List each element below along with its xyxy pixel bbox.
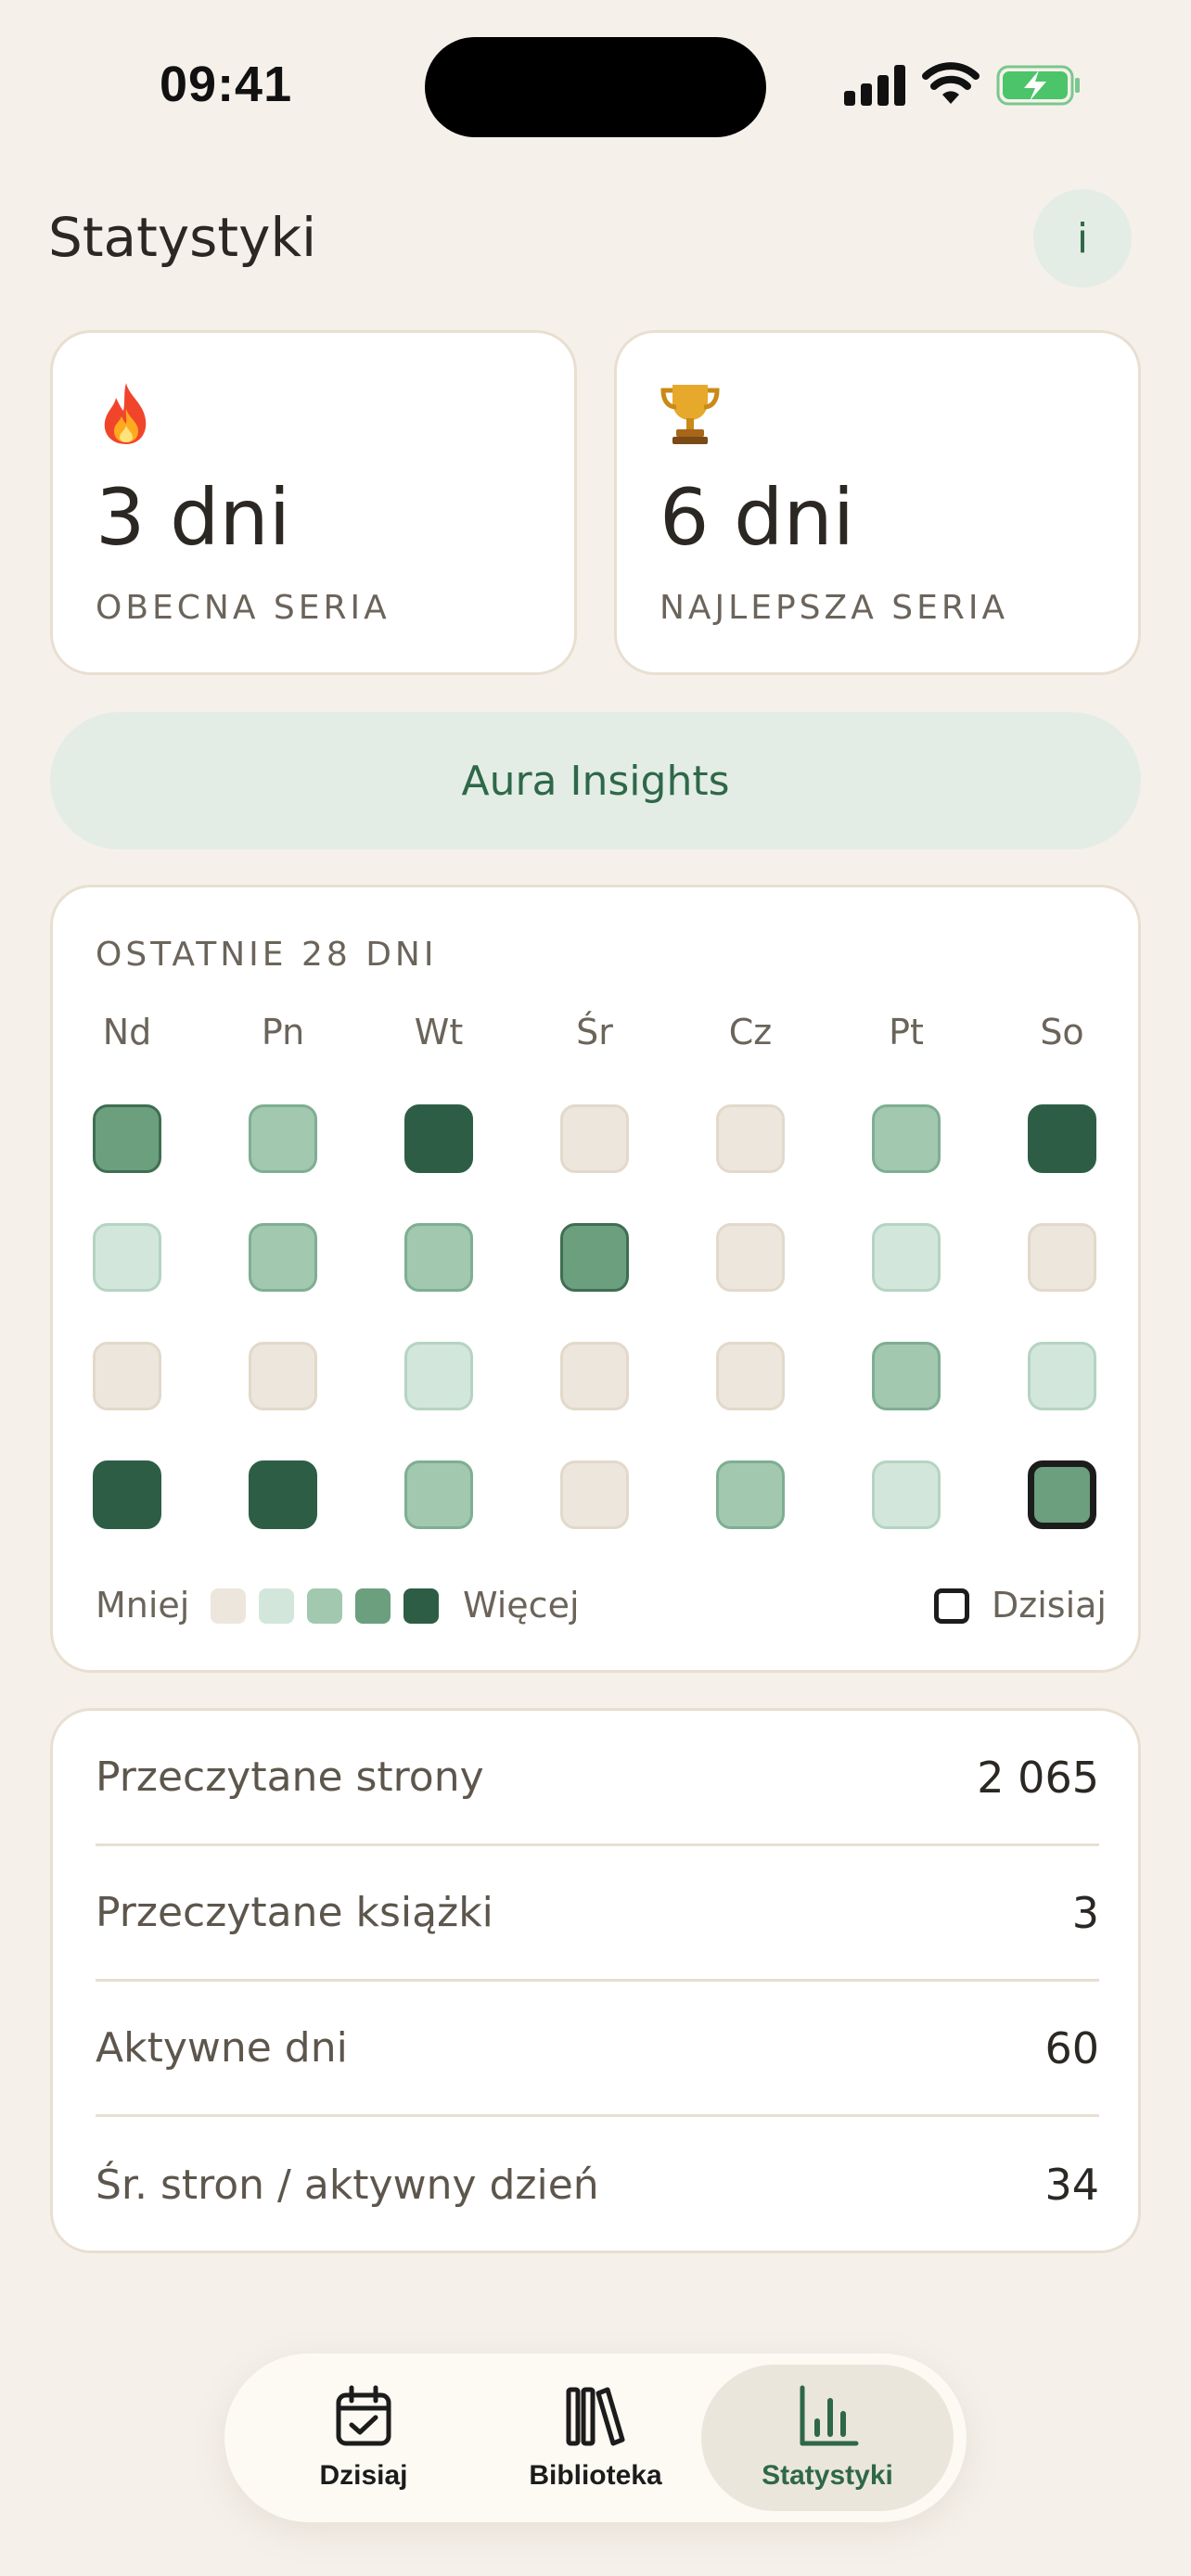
heatmap-day-cell[interactable] xyxy=(1028,1104,1096,1173)
trophy-icon xyxy=(660,385,720,444)
heatmap-day-cell[interactable] xyxy=(560,1104,629,1173)
heatmap-day-cell[interactable] xyxy=(872,1342,941,1410)
heatmap-day-cell[interactable] xyxy=(93,1460,161,1529)
heatmap-title: OSTATNIE 28 DNI xyxy=(96,936,438,974)
calendar-check-icon xyxy=(336,2385,391,2446)
tab-statistics-label: Statystyki xyxy=(762,2460,893,2491)
stat-label: Przeczytane strony xyxy=(96,1753,484,1801)
heatmap-day-cell[interactable] xyxy=(716,1460,785,1529)
legend-level-2 xyxy=(307,1588,342,1624)
legend-level-0 xyxy=(211,1588,246,1624)
heatmap-day-cell[interactable] xyxy=(249,1223,317,1292)
tab-today-label: Dzisiaj xyxy=(319,2460,408,2491)
page-title: Statystyki xyxy=(48,206,317,269)
best-streak-card: 6 dni NAJLEPSZA SERIA xyxy=(614,330,1141,675)
status-time: 09:41 xyxy=(160,57,293,112)
legend-today-marker xyxy=(934,1588,969,1624)
weekday-label: Śr xyxy=(576,1012,613,1052)
legend-today-label: Dzisiaj xyxy=(992,1585,1107,1626)
stat-value: 60 xyxy=(1044,2022,1099,2073)
heatmap-day-cell[interactable] xyxy=(1028,1342,1096,1410)
reading-stats-card: Przeczytane strony 2 065 Przeczytane ksi… xyxy=(50,1708,1141,2253)
heatmap-day-cell[interactable] xyxy=(404,1223,473,1292)
stat-row-books: Przeczytane książki 3 xyxy=(96,1846,1099,1982)
books-icon xyxy=(566,2387,625,2446)
weekday-label: Nd xyxy=(102,1012,152,1052)
current-streak-card: 3 dni OBECNA SERIA xyxy=(50,330,577,675)
weekday-label: Cz xyxy=(728,1012,773,1052)
heatmap-day-cell[interactable] xyxy=(872,1223,941,1292)
status-bar: 09:41 xyxy=(0,0,1191,176)
activity-heatmap-card: OSTATNIE 28 DNI Nd Pn Wt Śr Cz Pt So Mniej Wię… xyxy=(50,885,1141,1673)
heatmap-day-cell[interactable] xyxy=(716,1342,785,1410)
stat-label: Aktywne dni xyxy=(96,2024,348,2072)
stat-value: 3 xyxy=(1071,1887,1099,1938)
stat-row-active-days: Aktywne dni 60 xyxy=(96,1982,1099,2117)
heatmap-day-cell[interactable] xyxy=(1028,1460,1096,1529)
heatmap-day-cell[interactable] xyxy=(560,1223,629,1292)
weekday-label: So xyxy=(1040,1012,1084,1052)
heatmap-day-cell[interactable] xyxy=(1028,1223,1096,1292)
heatmap-day-cell[interactable] xyxy=(249,1460,317,1529)
cellular-signal-icon xyxy=(844,65,905,106)
stat-value: 2 065 xyxy=(977,1752,1099,1803)
best-streak-label: NAJLEPSZA SERIA xyxy=(660,589,1009,627)
aura-insights-label: Aura Insights xyxy=(461,757,730,805)
heatmap-day-cell[interactable] xyxy=(716,1223,785,1292)
dynamic-island xyxy=(425,37,766,137)
current-streak-value: 3 dni xyxy=(96,472,291,563)
aura-insights-button[interactable]: Aura Insights xyxy=(50,712,1141,849)
tab-today[interactable]: Dzisiaj xyxy=(237,2365,490,2511)
legend-level-3 xyxy=(355,1588,391,1624)
heatmap-day-cell[interactable] xyxy=(404,1342,473,1410)
stat-label: Przeczytane książki xyxy=(96,1889,493,1936)
tab-bar: Dzisiaj Biblioteka Statystyki xyxy=(224,2353,967,2522)
fire-icon xyxy=(104,383,147,444)
heatmap-day-cell[interactable] xyxy=(560,1342,629,1410)
weekday-label: Pn xyxy=(261,1012,305,1052)
heatmap-day-cell[interactable] xyxy=(93,1223,161,1292)
legend-level-4 xyxy=(403,1588,439,1624)
best-streak-value: 6 dni xyxy=(660,472,855,563)
stat-row-avg-pages: Śr. stron / aktywny dzień 34 xyxy=(96,2117,1099,2252)
tab-statistics[interactable]: Statystyki xyxy=(701,2365,954,2511)
heatmap-day-cell[interactable] xyxy=(404,1460,473,1529)
battery-charging-icon xyxy=(996,65,1080,106)
legend-less-label: Mniej xyxy=(96,1585,190,1626)
info-button[interactable]: i xyxy=(1033,189,1132,287)
stat-label: Śr. stron / aktywny dzień xyxy=(96,2161,599,2209)
heatmap-day-cell[interactable] xyxy=(560,1460,629,1529)
weekday-label: Wt xyxy=(414,1012,464,1052)
weekday-label: Pt xyxy=(889,1012,924,1052)
heatmap-day-cell[interactable] xyxy=(249,1104,317,1173)
heatmap-day-cell[interactable] xyxy=(872,1104,941,1173)
bar-chart-icon xyxy=(800,2385,859,2446)
heatmap-day-cell[interactable] xyxy=(872,1460,941,1529)
heatmap-day-cell[interactable] xyxy=(716,1104,785,1173)
heatmap-day-cell[interactable] xyxy=(249,1342,317,1410)
heatmap-day-cell[interactable] xyxy=(93,1104,161,1173)
stat-value: 34 xyxy=(1044,2160,1099,2210)
stat-row-pages: Przeczytane strony 2 065 xyxy=(96,1711,1099,1846)
legend-more-label: Więcej xyxy=(463,1585,580,1626)
current-streak-label: OBECNA SERIA xyxy=(96,589,391,627)
legend-level-1 xyxy=(259,1588,294,1624)
tab-library-label: Biblioteka xyxy=(529,2460,662,2491)
heatmap-day-cell[interactable] xyxy=(404,1104,473,1173)
info-icon: i xyxy=(1076,214,1089,262)
tab-library[interactable]: Biblioteka xyxy=(469,2365,722,2511)
wifi-icon xyxy=(922,62,980,104)
heatmap-day-cell[interactable] xyxy=(93,1342,161,1410)
